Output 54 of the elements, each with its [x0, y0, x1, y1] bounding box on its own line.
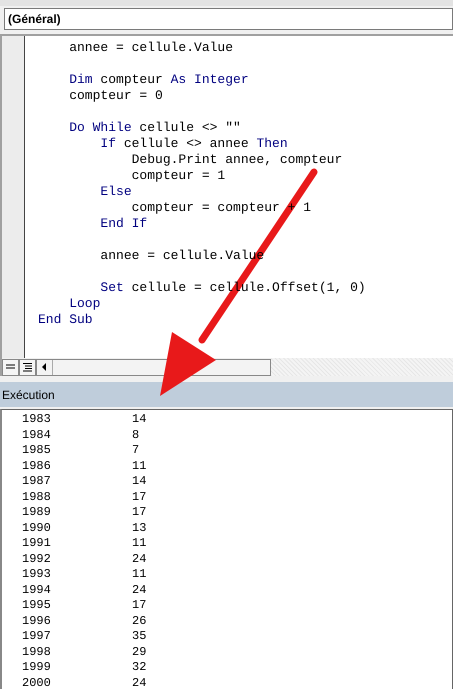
output-year: 1989: [21, 505, 52, 520]
code-line: Dim compteur As Integer: [68, 72, 250, 88]
output-count: 24: [132, 582, 146, 598]
output-count: 24: [132, 676, 146, 689]
output-count: 14: [132, 412, 146, 428]
output-count: 17: [132, 505, 146, 520]
output-year: 1992: [21, 552, 52, 567]
output-year: 1999: [21, 660, 52, 676]
output-year: 1993: [21, 567, 52, 582]
output-year: 1984: [21, 428, 52, 443]
output-year: 1994: [21, 582, 52, 598]
output-count: 11: [132, 536, 146, 552]
output-year: 1988: [21, 490, 52, 505]
output-count: 8: [132, 428, 140, 443]
output-year: 1987: [21, 474, 52, 490]
output-year: 2000: [21, 676, 52, 689]
output-count: 35: [132, 629, 146, 644]
output-count: 29: [132, 644, 146, 660]
code-line: Loop: [68, 296, 102, 312]
output-year: 1998: [21, 644, 52, 660]
code-line: annee = cellule.Value: [68, 40, 234, 56]
output-year: 1990: [21, 520, 52, 536]
procedure-dropdown[interactable]: (Général): [4, 8, 453, 30]
output-year: 1991: [21, 536, 52, 552]
output-count: 26: [132, 614, 146, 629]
code-line: If cellule <> annee Then: [99, 136, 289, 152]
output-year: 1986: [21, 458, 52, 474]
code-line: Debug.Print annee, compteur: [130, 152, 344, 168]
output-count: 32: [132, 660, 146, 676]
output-count: 14: [132, 474, 146, 490]
output-count: 11: [132, 567, 146, 582]
output-year: 1997: [21, 629, 52, 644]
immediate-window[interactable]: 1983 14 1984 8 1985 7 1986 11 1987 14 1988 17 1989 17 1990 13 1991 11 1992 24 1993 11 1994 24 1995 17 1996 26 1997 35 1998 29 1999 32 2000 24: [0, 409, 453, 689]
code-line: End Sub: [38, 312, 94, 328]
code-line: compteur = compteur + 1: [130, 200, 312, 216]
code-line: compteur = 1: [130, 168, 226, 184]
output-year: 1995: [21, 598, 52, 614]
output-count: 7: [132, 443, 140, 458]
output-count: 24: [132, 552, 146, 567]
output-count: 17: [132, 598, 146, 614]
code-line: compteur = 0: [68, 88, 164, 104]
code-line: Else: [99, 184, 133, 200]
code-line: End If: [99, 216, 148, 232]
output-count: 17: [132, 490, 146, 505]
output-year: 1983: [21, 412, 52, 428]
code-line: Do While cellule <> "": [68, 120, 242, 136]
code-editor[interactable]: [0, 34, 453, 358]
output-count: 11: [132, 458, 146, 474]
output-count: 13: [132, 520, 146, 536]
module-view-icon[interactable]: [19, 358, 36, 376]
output-year: 1985: [21, 443, 52, 458]
output-year: 1996: [21, 614, 52, 629]
procedure-view-icon[interactable]: [2, 358, 19, 376]
immediate-window-title: Exécution: [0, 382, 453, 407]
